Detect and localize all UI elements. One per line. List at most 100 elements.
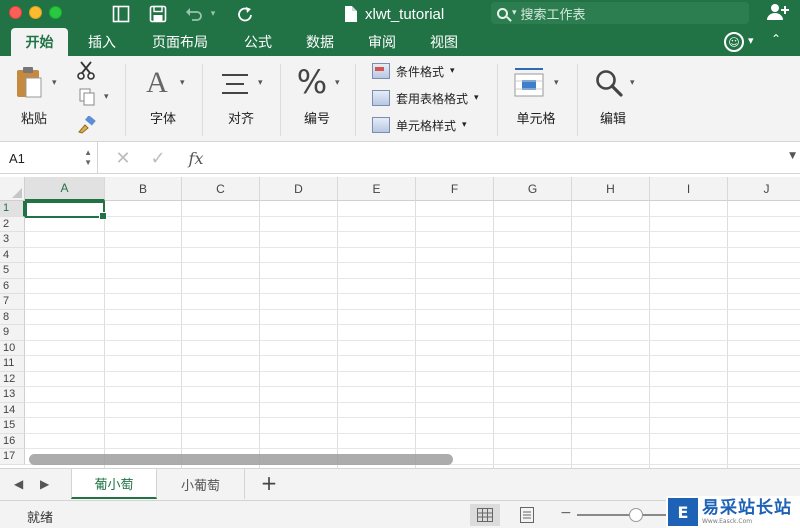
collapse-ribbon-icon[interactable]: ⌃ — [771, 32, 781, 46]
cell-styles-button[interactable]: 单元格样式 ▾ — [372, 114, 467, 136]
page-layout-view-icon[interactable] — [512, 504, 542, 526]
formula-expand-icon[interactable]: ▼ — [789, 151, 796, 161]
row-header[interactable]: 7 — [0, 294, 25, 310]
insert-function-icon[interactable]: fx — [184, 147, 208, 169]
redo-icon[interactable] — [235, 4, 255, 24]
align-dropdown-icon[interactable]: ▾ — [258, 78, 263, 88]
grid-column-line — [571, 201, 572, 468]
zoom-slider-track[interactable] — [577, 514, 667, 516]
row-header[interactable]: 3 — [0, 232, 25, 248]
tab-review[interactable]: 审阅 — [360, 28, 404, 56]
row-header[interactable]: 4 — [0, 247, 25, 263]
grid-row-line — [25, 401, 800, 403]
formula-input[interactable] — [215, 147, 785, 169]
column-header[interactable]: G — [494, 177, 572, 201]
undo-dropdown-icon[interactable]: ▾ — [207, 4, 219, 24]
number-dropdown-icon[interactable]: ▾ — [335, 78, 340, 88]
select-all-corner[interactable] — [0, 177, 25, 201]
row-header[interactable]: 2 — [0, 216, 25, 232]
column-header[interactable]: B — [105, 177, 182, 201]
row-header[interactable]: 8 — [0, 309, 25, 325]
column-header[interactable]: D — [260, 177, 338, 201]
column-header[interactable]: I — [650, 177, 728, 201]
tab-data[interactable]: 数据 — [298, 28, 342, 56]
row-header[interactable]: 14 — [0, 402, 25, 418]
next-sheet-icon[interactable]: ▶ — [40, 477, 49, 491]
grid-row-line — [25, 432, 800, 434]
undo-icon[interactable] — [184, 4, 204, 24]
zoom-out-icon[interactable]: − — [560, 505, 572, 521]
row-header[interactable]: 12 — [0, 371, 25, 387]
grid-row-line — [25, 339, 800, 341]
row-header[interactable]: 13 — [0, 387, 25, 403]
column-header[interactable]: F — [416, 177, 494, 201]
column-header[interactable]: A — [25, 177, 105, 201]
row-header[interactable]: 6 — [0, 278, 25, 294]
selected-cell[interactable] — [25, 201, 107, 220]
window-close-button[interactable] — [9, 6, 22, 19]
name-box[interactable]: A1 ▲ ▼ — [0, 142, 98, 174]
sheet-tab-1[interactable]: 葡小萄 — [71, 469, 157, 499]
column-header[interactable]: J — [728, 177, 800, 201]
spreadsheet-grid[interactable]: A B C D E F G H I J 1 2 3 4 5 6 7 8 9 10 11 12 13 14 15 16 17 — [0, 177, 800, 468]
tab-view[interactable]: 视图 — [422, 28, 466, 56]
paste-label: 粘贴 — [20, 112, 47, 127]
tab-home[interactable]: 开始 — [11, 28, 68, 56]
conditional-format-button[interactable]: 条件格式 ▾ — [372, 60, 455, 82]
column-header[interactable]: E — [338, 177, 416, 201]
row-header[interactable]: 11 — [0, 356, 25, 372]
row-header[interactable]: 16 — [0, 433, 25, 449]
grid-row-line — [25, 386, 800, 387]
save-icon[interactable] — [148, 4, 168, 24]
paste-icon[interactable] — [12, 64, 46, 100]
feedback-dropdown-icon[interactable]: ▾ — [748, 34, 754, 47]
grid-row-line — [25, 355, 800, 356]
cancel-formula-icon[interactable]: ✕ — [113, 147, 133, 169]
column-header[interactable]: H — [572, 177, 650, 201]
format-as-table-label: 套用表格格式 — [396, 91, 469, 106]
horizontal-scrollbar[interactable] — [29, 454, 453, 465]
search-dropdown-icon: ▾ — [512, 8, 517, 18]
edit-search-icon[interactable] — [592, 66, 626, 100]
row-header[interactable]: 15 — [0, 418, 25, 434]
search-sheet-input[interactable]: ▾ 搜索工作表 — [491, 2, 749, 24]
font-icon[interactable]: A — [140, 66, 174, 100]
add-user-icon[interactable] — [766, 2, 790, 27]
name-box-spinner-icon[interactable]: ▲ ▼ — [84, 148, 92, 168]
row-header[interactable]: 1 — [0, 201, 25, 217]
format-painter-icon[interactable] — [77, 116, 97, 134]
formula-bar: A1 ▲ ▼ ✕ ✓ fx ▼ — [0, 142, 800, 174]
grid-row-line — [25, 231, 800, 232]
window-minimize-button[interactable] — [29, 6, 42, 19]
align-icon[interactable] — [218, 70, 252, 98]
window-maximize-button[interactable] — [49, 6, 62, 19]
format-as-table-button[interactable]: 套用表格格式 ▾ — [372, 87, 479, 109]
smiley-feedback-icon[interactable]: ☺ — [724, 32, 744, 52]
row-header[interactable]: 10 — [0, 340, 25, 356]
row-header[interactable]: 17 — [0, 449, 25, 465]
tab-formulas[interactable]: 公式 — [236, 28, 280, 56]
normal-view-icon[interactable] — [470, 504, 500, 526]
watermark-text-block: 易采站长站 Www.Easck.Com — [702, 499, 792, 525]
column-header[interactable]: C — [182, 177, 260, 201]
sheet-tab-2[interactable]: 小葡萄 — [157, 469, 245, 499]
font-dropdown-icon[interactable]: ▾ — [180, 78, 185, 88]
add-sheet-icon[interactable]: + — [256, 470, 282, 496]
tab-insert[interactable]: 插入 — [80, 28, 124, 56]
edit-dropdown-icon[interactable]: ▾ — [630, 78, 635, 88]
prev-sheet-icon[interactable]: ◀ — [14, 477, 23, 491]
cells-icon[interactable] — [511, 64, 547, 100]
cut-icon[interactable] — [76, 60, 96, 80]
sidebar-toggle-icon[interactable] — [111, 4, 131, 24]
font-label: 字体 — [149, 112, 176, 127]
cells-dropdown-icon[interactable]: ▾ — [554, 78, 559, 88]
copy-icon[interactable] — [78, 88, 96, 106]
tab-page-layout[interactable]: 页面布局 — [143, 28, 217, 56]
row-header[interactable]: 5 — [0, 263, 25, 279]
zoom-slider-thumb[interactable] — [629, 508, 643, 522]
row-header[interactable]: 9 — [0, 325, 25, 341]
copy-dropdown-icon[interactable]: ▾ — [104, 92, 109, 102]
paste-dropdown-icon[interactable]: ▾ — [52, 78, 57, 88]
percent-icon[interactable]: % — [294, 63, 330, 101]
confirm-formula-icon[interactable]: ✓ — [148, 147, 168, 169]
